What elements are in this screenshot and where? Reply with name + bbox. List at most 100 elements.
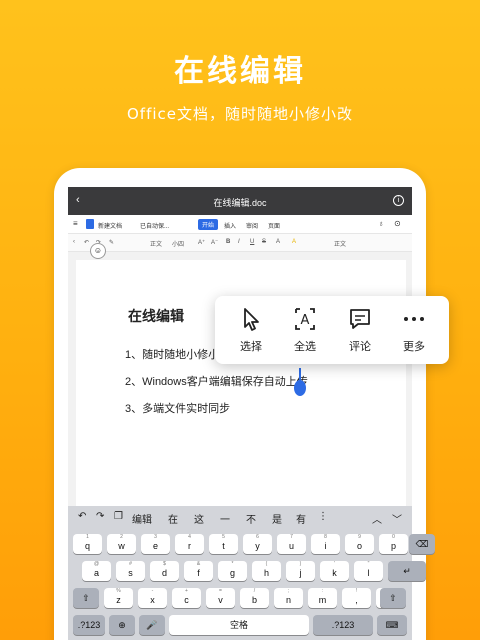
select-all-menu-item[interactable]: A 全选 [277,306,333,356]
title-bar: ‹ 在线编辑.doc i [68,187,412,215]
undo-key-icon[interactable]: ↶ [78,511,86,522]
hero-subtitle: Office文档，随时随地小修小改 [126,105,353,123]
key-t[interactable]: 5t [209,534,238,554]
avatar[interactable]: ☺ [90,243,106,259]
key-f[interactable]: & f [184,561,213,581]
key-c[interactable]: + c [172,588,201,608]
key-m[interactable]: :m [308,588,337,608]
space-key[interactable]: 空格 [169,615,309,635]
select-all-label: 全选 [294,341,316,353]
menu-bar: ≡ 新建文档 已自动保... 开始 插入 审阅 页面 ♁ ⊙ [68,215,412,234]
suggestion-7[interactable]: 有 [296,511,306,526]
comment-label: 评论 [349,341,371,353]
backspace-key[interactable]: ⌫ [409,534,435,554]
share-icon[interactable]: ♁ [378,219,384,228]
tab-page[interactable]: 页面 [268,221,280,230]
enter-key[interactable]: ↵ [388,561,426,581]
numbers-key-left[interactable]: .?123 [73,615,105,635]
shift-key-right[interactable]: ⇧ [380,588,406,608]
key-v[interactable]: = v [206,588,235,608]
tab-review[interactable]: 审阅 [246,221,258,230]
suggestion-6[interactable]: 是 [272,511,282,526]
key-n[interactable]: ; n [274,588,303,608]
key-s[interactable]: # s [116,561,145,581]
key-w[interactable]: 2w [107,534,136,554]
info-icon[interactable]: i [393,195,404,206]
tab-start[interactable]: 开始 [198,219,219,230]
key-q[interactable]: 1q [73,534,102,554]
context-menu: 选择 A 全选 评论 更多 [215,296,449,364]
hero-title: 在线编辑 [174,54,306,89]
key-b[interactable]: / b [240,588,269,608]
clipboard-icon[interactable]: ❐ [114,511,123,522]
key-a[interactable]: @ a [82,561,111,581]
cursor-handle[interactable] [294,380,306,396]
bold-button[interactable]: B [226,239,230,245]
key-h[interactable]: (h [252,561,281,581]
suggestion-4[interactable]: 一 [220,511,230,526]
soft-keyboard: ↶ ↷ ❐ 编辑 在 这 一 不 是 有 ⋮ ︿ ﹀ 1q2w3e4r5t6y7… [68,506,435,640]
globe-key[interactable]: ⊕ [109,615,135,635]
suggestion-2[interactable]: 在 [168,511,178,526]
undo-icon[interactable]: ‹ [73,239,75,245]
key-k[interactable]: ' k [320,561,349,581]
mic-key[interactable]: 🎤 [139,615,165,635]
highlight-button[interactable]: A [292,239,296,245]
hide-keyboard-key[interactable]: ⌨ [377,615,407,635]
menu-icon[interactable]: ≡ [73,219,78,228]
key-d[interactable]: $ d [150,561,179,581]
chevron-up-icon[interactable]: ︿ [372,511,382,526]
key-i[interactable]: 8i [311,534,340,554]
chevron-down-icon[interactable]: ﹀ [392,511,402,526]
doc-file-icon [86,219,94,229]
select-menu-item[interactable]: 选择 [223,306,279,356]
numbers-key-right[interactable]: .?123 [313,615,373,635]
comment-menu-item[interactable]: 评论 [332,306,388,356]
underline-button[interactable]: U [250,239,254,245]
key-p[interactable]: 0p [379,534,408,554]
key-l[interactable]: " l [354,561,383,581]
suggestion-1[interactable]: 编辑 [132,511,152,526]
key-r[interactable]: 4r [175,534,204,554]
size-select[interactable]: 小四 [172,239,184,248]
suggestion-bar: ↶ ↷ ❐ 编辑 在 这 一 不 是 有 ⋮ ︿ ﹀ [68,506,412,528]
key-o[interactable]: 9o [345,534,374,554]
format-painter-icon[interactable]: ✎ [109,239,114,246]
doc-line-2[interactable]: 2、Windows客户端编辑保存自动上传 [125,373,308,389]
undo-button-icon[interactable]: ↶ [84,239,89,246]
window-title: 在线编辑.doc [213,198,267,208]
strike-button[interactable]: S [262,239,266,245]
tab-insert[interactable]: 插入 [224,221,236,230]
shift-key[interactable]: ⇧ [73,588,99,608]
key-e[interactable]: 3e [141,534,170,554]
select-label: 选择 [240,341,262,353]
suggestion-3[interactable]: 这 [194,511,204,526]
doc-heading[interactable]: 在线编辑 [128,306,184,326]
more-icon [404,317,424,321]
svg-text:A: A [301,313,310,328]
select-all-icon: A [295,308,315,330]
cursor-icon [244,308,259,331]
comment-icon [350,309,370,329]
redo-key-icon[interactable]: ↷ [96,511,104,522]
key-j[interactable]: ) j [286,561,315,581]
key-comma[interactable]: !, [342,588,371,608]
key-z[interactable]: % z [104,588,133,608]
key-x[interactable]: -x [138,588,167,608]
font-select[interactable]: 正文 [150,239,162,248]
grow-font-button[interactable]: A⁺ [198,239,205,246]
style-select[interactable]: 正文 [334,239,346,248]
shrink-font-button[interactable]: A⁻ [211,239,218,246]
key-u[interactable]: 7u [277,534,306,554]
key-y[interactable]: 6y [243,534,272,554]
doc-line-3[interactable]: 3、多端文件实时同步 [125,400,230,416]
suggestion-5[interactable]: 不 [246,511,256,526]
more-menu-item[interactable]: 更多 [386,306,442,356]
key-g[interactable]: * g [218,561,247,581]
italic-button[interactable]: I [238,239,240,245]
settings-icon[interactable]: ⊙ [394,219,401,228]
doc-name: 新建文档 [98,224,123,230]
expand-icon[interactable]: ⋮ [318,511,328,522]
font-color-button[interactable]: A [276,239,280,245]
more-label: 更多 [403,341,425,353]
